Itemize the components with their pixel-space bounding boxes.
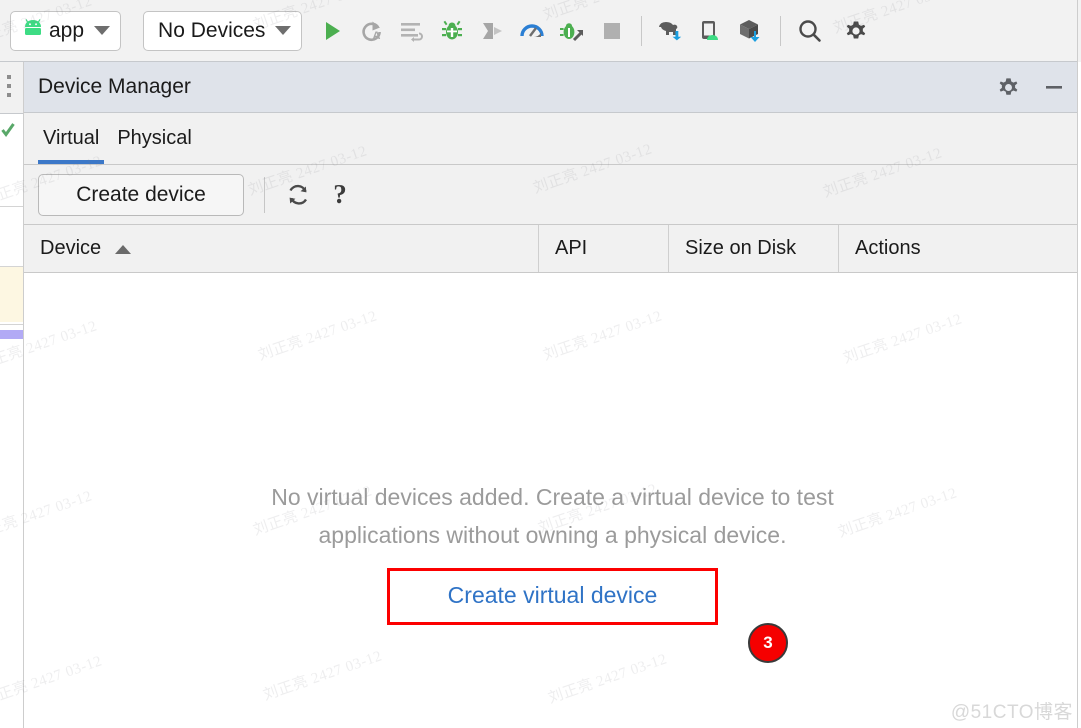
vertical-dots-icon [7, 93, 11, 97]
gear-icon [847, 21, 866, 38]
gear-icon [999, 77, 1017, 95]
device-table-body: No virtual devices added. Create a virtu… [24, 273, 1081, 726]
gutter-divider [0, 266, 23, 267]
attach-debugger-icon [483, 22, 503, 39]
device-android-icon [702, 20, 719, 40]
sdk-box-download-icon [740, 19, 760, 42]
profiler-button[interactable] [512, 11, 552, 51]
window-right-edge [1077, 0, 1081, 728]
empty-state: No virtual devices added. Create a virtu… [24, 478, 1081, 625]
gutter-divider [0, 206, 23, 207]
editor-gutter-sliver [0, 62, 23, 728]
column-header-api-label: API [555, 237, 588, 259]
minimize-dash-icon [1046, 86, 1062, 89]
tab-virtual[interactable]: Virtual [34, 113, 108, 164]
editor-options-handle[interactable] [0, 62, 23, 114]
help-label: ? [333, 179, 347, 209]
tab-physical-label: Physical [117, 127, 192, 149]
chevron-down-icon [275, 26, 292, 35]
device-selector-label: No Devices [158, 18, 266, 42]
empty-state-line-2: applications without owning a physical d… [318, 522, 787, 548]
toolbar-separator [780, 15, 782, 46]
actions-separator [264, 176, 265, 213]
refresh-button[interactable] [281, 178, 315, 212]
column-header-api[interactable]: API [538, 225, 668, 272]
play-triangle-icon [326, 21, 341, 40]
run-button[interactable] [312, 11, 352, 51]
column-header-device[interactable]: Device [24, 225, 538, 272]
create-device-label: Create device [76, 182, 206, 206]
column-header-size-on-disk-label: Size on Disk [685, 237, 797, 259]
sort-ascending-icon [115, 245, 132, 254]
minimize-panel-button[interactable] [1039, 72, 1069, 102]
tab-virtual-label: Virtual [43, 127, 100, 149]
refresh-circular-arrows-icon [289, 184, 308, 205]
device-type-tabs: Virtual Physical [24, 113, 1081, 165]
column-header-size-on-disk[interactable]: Size on Disk [668, 225, 838, 272]
apply-code-changes-icon: A [362, 21, 382, 42]
module-selector-combo[interactable]: app [10, 10, 122, 51]
android-head-icon [21, 18, 45, 43]
bug-icon [442, 20, 463, 39]
chevron-down-icon [94, 26, 111, 35]
device-actions-toolbar: Create device ? [24, 165, 1081, 225]
green-check-icon [1, 123, 15, 138]
vertical-dots-icon [7, 75, 11, 79]
header-actions [993, 72, 1081, 102]
profiler-gauge-icon [520, 23, 545, 37]
page-title: Device Manager [38, 75, 191, 98]
device-manager-button[interactable] [691, 11, 731, 51]
empty-state-line-1: No virtual devices added. Create a virtu… [271, 484, 834, 510]
android-studio-window: app No Devices A Device Manager Virtual … [0, 0, 1081, 728]
device-selector-combo[interactable]: No Devices [143, 10, 303, 51]
settings-button[interactable] [836, 11, 876, 51]
stop-button[interactable] [592, 11, 632, 51]
run-app-inspection-button[interactable] [552, 11, 592, 51]
stop-square-icon [604, 22, 621, 39]
create-virtual-device-highlight: Create virtual device [386, 568, 719, 625]
module-selector-label: app [49, 18, 85, 42]
sdk-manager-button[interactable] [731, 11, 771, 51]
apply-changes-button[interactable]: A [352, 11, 392, 51]
gutter-divider [0, 324, 23, 325]
device-table-header: Device API Size on Disk Actions [24, 225, 1081, 273]
search-everywhere-button[interactable] [790, 11, 830, 51]
toolbar-separator [641, 15, 643, 46]
main-toolbar: app No Devices A [0, 0, 1081, 62]
vertical-dots-icon [7, 84, 11, 88]
create-virtual-device-link[interactable]: Create virtual device [448, 582, 658, 608]
editor-marker-stripe [0, 330, 23, 339]
bug-arrow-icon [560, 22, 584, 41]
column-header-device-label: Device [40, 237, 102, 259]
editor-warning-stripe [0, 267, 23, 322]
rerun-lines-button[interactable] [392, 11, 432, 51]
lines-rerun-icon [401, 22, 424, 42]
svg-text:A: A [373, 30, 381, 42]
tab-physical[interactable]: Physical [108, 113, 200, 164]
device-manager-settings-button[interactable] [993, 72, 1023, 102]
column-header-actions[interactable]: Actions [838, 225, 1081, 272]
step-badge-number: 3 [763, 633, 773, 652]
search-magnifier-icon [799, 19, 822, 42]
help-button[interactable]: ? [323, 178, 357, 212]
create-device-button[interactable]: Create device [38, 173, 244, 216]
gradle-sync-button[interactable] [651, 11, 691, 51]
step-badge-3: 3 [748, 623, 788, 663]
gradle-elephant-sync-icon [659, 21, 682, 40]
attach-debugger-button[interactable] [472, 11, 512, 51]
column-header-actions-label: Actions [855, 237, 921, 259]
device-manager-panel: Device Manager Virtual Physical Create d… [23, 62, 1081, 728]
device-manager-header: Device Manager [24, 62, 1081, 113]
debug-button[interactable] [432, 11, 472, 51]
